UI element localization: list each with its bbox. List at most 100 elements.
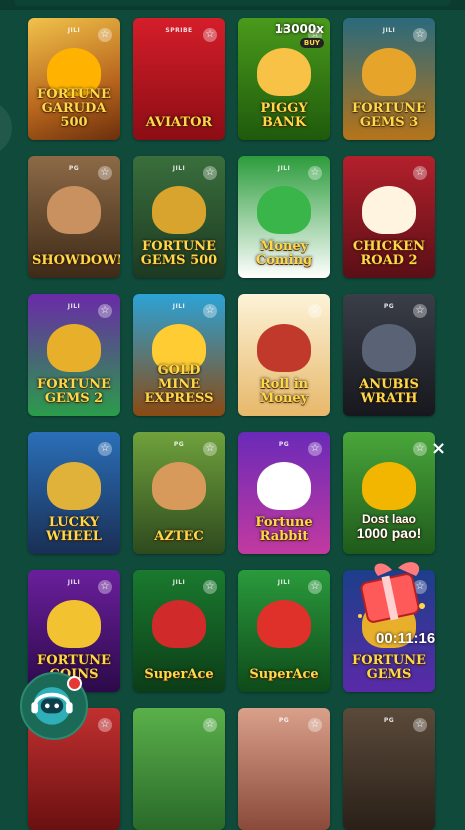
game-artwork: [362, 324, 416, 372]
game-artwork: [47, 324, 101, 372]
provider-label: JILI: [382, 27, 396, 34]
favorite-star-icon[interactable]: ☆: [413, 442, 427, 456]
game-artwork: [47, 186, 101, 234]
game-artwork: [47, 738, 101, 786]
favorite-star-icon[interactable]: ☆: [98, 442, 112, 456]
game-artwork: [257, 48, 311, 96]
gift-icon[interactable]: [352, 556, 438, 636]
game-tile[interactable]: JILI ☆ FORTUNE GEMS 3: [343, 18, 435, 140]
game-title: SHOWDOWN: [32, 253, 120, 268]
game-title: SuperAce: [249, 667, 319, 682]
game-tile[interactable]: PG ☆ SHOWDOWN: [28, 156, 120, 278]
game-title: GOLD MINE EXPRESS: [144, 363, 214, 406]
game-tile[interactable]: ☆: [133, 708, 225, 830]
game-artwork: [47, 462, 101, 510]
game-artwork: [257, 186, 311, 234]
game-tile[interactable]: JILI ☆ Money Coming: [238, 156, 330, 278]
game-artwork: [257, 738, 311, 786]
favorite-star-icon[interactable]: ☆: [203, 442, 217, 456]
game-title: FORTUNE GARUDA 500: [37, 87, 111, 130]
provider-label: PG: [173, 441, 185, 448]
provider-label: PG: [278, 441, 290, 448]
game-tile[interactable]: JILI ☆ FORTUNE GEMS 2: [28, 294, 120, 416]
provider-label: JILI: [172, 165, 186, 172]
game-title: SuperAce: [144, 667, 214, 682]
game-tile[interactable]: JILI ☆ SuperAce: [238, 570, 330, 692]
game-title: Money Coming: [255, 239, 313, 268]
provider-label: JILI: [277, 579, 291, 586]
game-artwork: [152, 462, 206, 510]
provider-label: JILI: [277, 165, 291, 172]
favorite-star-icon[interactable]: ☆: [203, 580, 217, 594]
game-tile[interactable]: ☆ Dost laao 1000 pao!: [343, 432, 435, 554]
game-tile[interactable]: JILI ☆ SuperAce: [133, 570, 225, 692]
game-tile[interactable]: ☆ Roll in Money: [238, 294, 330, 416]
provider-label: PG: [68, 165, 80, 172]
favorite-star-icon[interactable]: ☆: [98, 580, 112, 594]
game-title: Fortune Rabbit: [255, 515, 313, 544]
favorite-star-icon[interactable]: ☆: [308, 580, 322, 594]
game-tile[interactable]: ☆ LUCKY WHEEL: [28, 432, 120, 554]
game-tile[interactable]: ☆ CHICKEN ROAD 2: [343, 156, 435, 278]
game-title: FORTUNE GEMS: [352, 653, 426, 682]
promo-timer: 00:11:16: [376, 630, 436, 647]
side-handle[interactable]: [0, 100, 12, 156]
provider-label: JILI: [172, 579, 186, 586]
promo-close-button[interactable]: ×: [431, 440, 446, 458]
provider-label: JILI: [67, 27, 81, 34]
promo-line-2: 1000 pao!: [356, 525, 422, 541]
game-tile[interactable]: JILI ☆ GOLD MINE EXPRESS: [133, 294, 225, 416]
provider-label: JILI: [67, 579, 81, 586]
favorite-star-icon[interactable]: ☆: [98, 166, 112, 180]
game-title: FORTUNE GEMS 3: [352, 101, 426, 130]
game-artwork: [362, 48, 416, 96]
promo-line-1: Dost laao: [361, 512, 416, 526]
game-artwork: [47, 600, 101, 648]
game-title: CHICKEN ROAD 2: [352, 239, 426, 268]
favorite-star-icon[interactable]: ☆: [203, 166, 217, 180]
favorite-star-icon[interactable]: ☆: [308, 718, 322, 732]
provider-label: SPRIBE: [165, 27, 193, 34]
game-tile[interactable]: JILI ☆ 13000x BUY PIGGY BANK: [238, 18, 330, 140]
game-artwork: [152, 738, 206, 786]
favorite-star-icon[interactable]: ☆: [203, 304, 217, 318]
favorite-star-icon[interactable]: ☆: [413, 28, 427, 42]
game-tile[interactable]: PG ☆: [238, 708, 330, 830]
game-artwork: [152, 48, 206, 96]
favorite-star-icon[interactable]: ☆: [413, 304, 427, 318]
favorite-star-icon[interactable]: ☆: [203, 28, 217, 42]
game-title: AVIATOR: [145, 115, 213, 130]
buy-badge: BUY: [299, 38, 324, 48]
game-artwork: [362, 462, 416, 510]
favorite-star-icon[interactable]: ☆: [98, 28, 112, 42]
game-tile[interactable]: PG ☆ AZTEC: [133, 432, 225, 554]
favorite-star-icon[interactable]: ☆: [308, 442, 322, 456]
game-tile[interactable]: PG ☆ Fortune Rabbit: [238, 432, 330, 554]
game-tile[interactable]: PG ☆ ANUBIS WRATH: [343, 294, 435, 416]
game-artwork: [362, 738, 416, 786]
favorite-star-icon[interactable]: ☆: [413, 718, 427, 732]
game-tile[interactable]: SPRIBE ☆ AVIATOR: [133, 18, 225, 140]
favorite-star-icon[interactable]: ☆: [98, 718, 112, 732]
game-tile[interactable]: JILI ☆ FORTUNE GARUDA 500: [28, 18, 120, 140]
game-artwork: [152, 186, 206, 234]
provider-label: JILI: [172, 303, 186, 310]
top-strip-inner: [14, 0, 451, 6]
top-strip: [0, 0, 465, 10]
game-title: LUCKY WHEEL: [46, 515, 102, 544]
game-artwork: [257, 462, 311, 510]
game-tile[interactable]: PG ☆: [343, 708, 435, 830]
game-title: FORTUNE GEMS 2: [37, 377, 111, 406]
game-artwork: [257, 324, 311, 372]
game-tile[interactable]: JILI ☆ FORTUNE GEMS 500: [133, 156, 225, 278]
multiplier-badge: 13000x: [274, 22, 325, 36]
favorite-star-icon[interactable]: ☆: [413, 166, 427, 180]
favorite-star-icon[interactable]: ☆: [203, 718, 217, 732]
favorite-star-icon[interactable]: ☆: [308, 304, 322, 318]
favorite-star-icon[interactable]: ☆: [98, 304, 112, 318]
game-title: Roll in Money: [259, 377, 309, 406]
favorite-star-icon[interactable]: ☆: [308, 166, 322, 180]
customer-support-button[interactable]: [20, 672, 88, 740]
notification-dot: [67, 676, 82, 691]
game-title: PIGGY BANK: [260, 101, 308, 130]
